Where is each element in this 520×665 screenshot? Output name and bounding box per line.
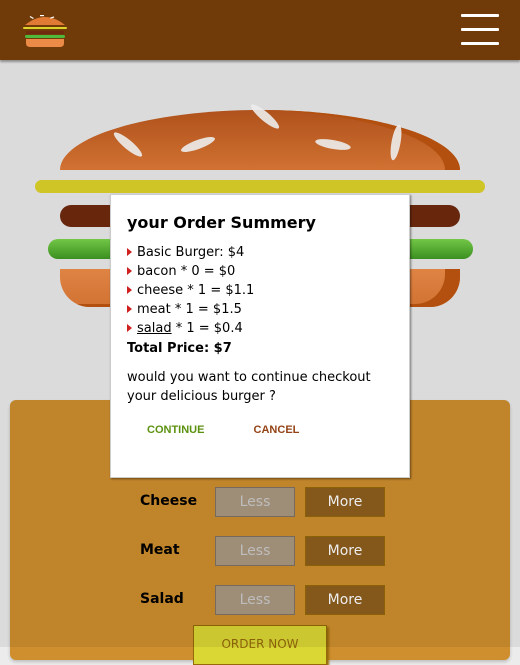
burger-logo-icon[interactable] xyxy=(20,12,70,48)
caret-right-icon xyxy=(127,286,132,294)
order-list: Basic Burger: $4 bacon * 0 = $0 cheese *… xyxy=(127,243,393,338)
modal-actions: CONTINUE CANCEL xyxy=(127,418,393,442)
caret-right-icon xyxy=(127,324,132,332)
list-item: meat * 1 = $1.5 xyxy=(127,300,393,319)
continue-button[interactable]: CONTINUE xyxy=(143,418,208,442)
list-item: Basic Burger: $4 xyxy=(127,243,393,262)
list-item: salad * 1 = $0.4 xyxy=(127,319,393,338)
caret-right-icon xyxy=(127,267,132,275)
cancel-button[interactable]: CANCEL xyxy=(250,418,304,442)
checkout-question: would you want to continue checkout your… xyxy=(127,370,371,404)
item-text: meat * 1 = $1.5 xyxy=(137,302,242,317)
caret-right-icon xyxy=(127,248,132,256)
item-text: salad xyxy=(137,321,172,336)
caret-right-icon xyxy=(127,305,132,313)
item-text: bacon * 0 = $0 xyxy=(137,264,236,279)
hamburger-menu-icon[interactable] xyxy=(461,14,499,46)
list-item: bacon * 0 = $0 xyxy=(127,262,393,281)
total-price: Total Price: $7 xyxy=(127,341,232,356)
item-text: Basic Burger: $4 xyxy=(137,245,245,260)
item-text: cheese * 1 = $1.1 xyxy=(137,283,255,298)
modal-title: your Order Summery xyxy=(127,213,316,232)
toolbar xyxy=(0,0,520,60)
list-item: cheese * 1 = $1.1 xyxy=(127,281,393,300)
item-text: * 1 = $0.4 xyxy=(171,321,243,336)
order-summary-modal: your Order Summery Basic Burger: $4 baco… xyxy=(110,194,410,478)
